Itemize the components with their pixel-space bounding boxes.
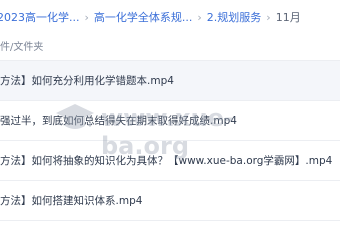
file-row[interactable]: 方法】如何搭建知识体系.mp4: [0, 180, 340, 221]
file-row[interactable]: 方法】如何将抽象的知识化为具体？【www.xue-ba.org学霸网】.mp4: [0, 140, 340, 180]
file-name[interactable]: 方法】如何搭建知识体系.mp4: [0, 193, 142, 208]
file-name[interactable]: 方法】如何将抽象的知识化为具体？【www.xue-ba.org学霸网】.mp4: [0, 153, 332, 168]
breadcrumb-item-planning-service[interactable]: 2.规划服务: [207, 9, 262, 25]
file-row[interactable]: 强过半，到底如何总结得失在期末取得好成绩.mp4: [0, 100, 340, 140]
column-header-file-folder[interactable]: 件/文件夹: [0, 36, 43, 60]
breadcrumb-separator: ›: [197, 10, 202, 24]
breadcrumb: 2023高一化学... › 高一化学全体系规... › 2.规划服务 › 11月: [0, 0, 340, 34]
file-name[interactable]: 方法】如何充分利用化学错题本.mp4: [0, 73, 174, 88]
breadcrumb-item-current-november: 11月: [275, 11, 301, 24]
breadcrumb-separator: ›: [266, 10, 271, 24]
file-name[interactable]: 强过半，到底如何总结得失在期末取得好成绩.mp4: [0, 113, 237, 128]
file-row[interactable]: 方法】如何充分利用化学错题本.mp4: [0, 60, 340, 100]
breadcrumb-item-2023-chemistry[interactable]: 2023高一化学...: [0, 9, 79, 25]
breadcrumb-separator: ›: [84, 10, 89, 24]
file-list: 方法】如何充分利用化学错题本.mp4 强过半，到底如何总结得失在期末取得好成绩.…: [0, 60, 340, 221]
breadcrumb-item-chemistry-system[interactable]: 高一化学全体系规...: [94, 9, 193, 25]
